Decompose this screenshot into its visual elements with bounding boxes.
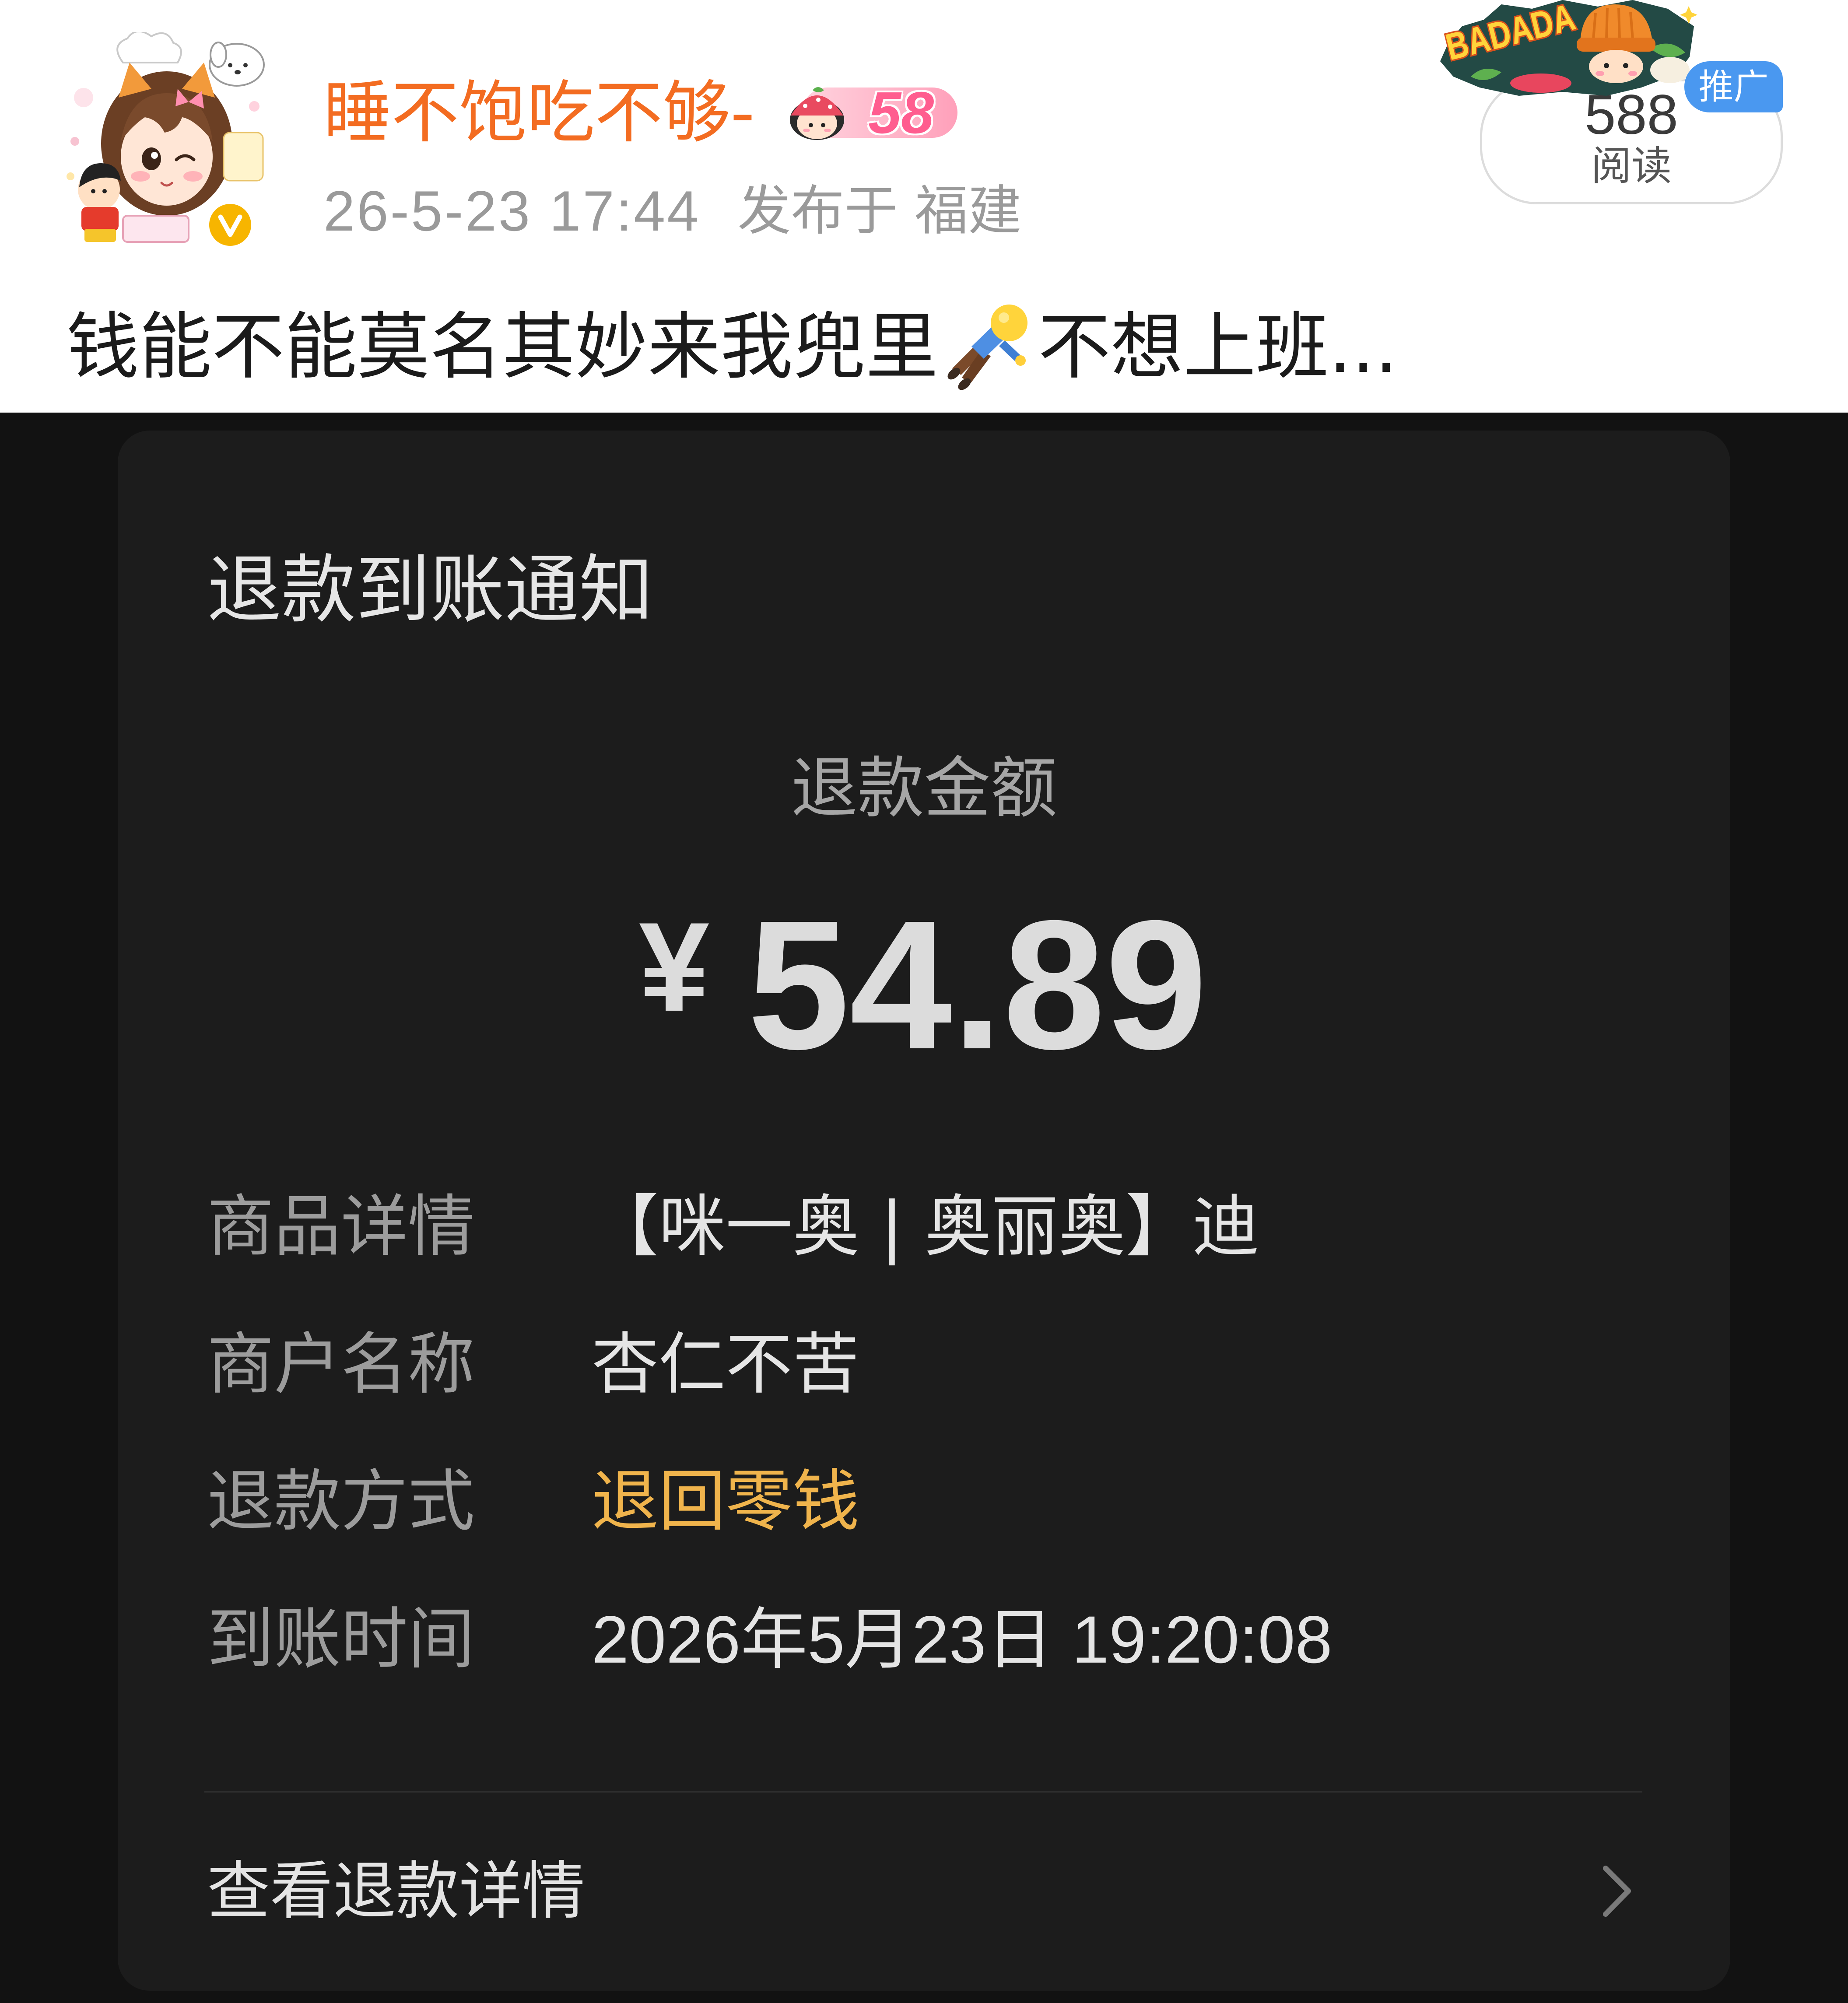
view-refund-details-row[interactable]: 查看退款详情 [118,1831,1730,1951]
author-name[interactable]: 睡不饱吃不够- [323,79,755,147]
row-label-arrival-time: 到账时间 [207,1600,475,1678]
badada-sticker: BADADA [1440,0,1697,96]
post-content: 钱能不能莫名其妙来我兜里 不想上班... [67,305,1398,390]
person-falling-emoji [947,305,1027,390]
author-row: 睡不饱吃不够- 58 [323,79,957,147]
refund-amount-label: 退款金额 [791,749,1057,827]
level-number: 58 [868,80,934,146]
verified-badge-icon [205,200,256,250]
post-text-before: 钱能不能莫名其妙来我兜里 [67,305,938,389]
chevron-right-icon[interactable] [1600,1863,1634,1919]
row-value-refund-method: 退回零钱 [592,1463,860,1541]
row-value-merchant: 杏仁不苦 [592,1326,860,1404]
currency-symbol: ¥ [639,896,710,1038]
row-label-product: 商品详情 [207,1188,475,1266]
refund-amount: 54.89 [747,882,1208,1088]
post-time: 26-5-23 17:44 [323,179,701,243]
level-badge: 58 [781,80,957,146]
view-refund-details-link[interactable]: 查看退款详情 [207,1859,585,1922]
promo-tag: 推广 [1684,61,1783,112]
refund-notice-card: 退款到账通知 退款金额 ¥ 54.89 商品详情 【咪一奥 | 奥丽奥】迪 商户… [118,431,1730,1991]
row-value-product: 【咪一奥 | 奥丽奥】迪 [592,1188,1259,1266]
post-text-after: 不想上班... [1038,305,1398,389]
divider [204,1791,1642,1793]
level-badge-icon [789,87,844,140]
post-location: 发布于 福建 [737,180,1022,242]
row-label-merchant: 商户名称 [207,1326,475,1404]
read-count-label: 阅读 [1591,143,1672,189]
row-value-arrival-time: 2026年5月23日 19:20:08 [592,1602,1333,1677]
notice-title: 退款到账通知 [207,547,654,634]
post-header: 睡不饱吃不够- 58 26-5-23 17:44 发布于 福建 588 阅读 B… [0,0,1848,413]
post-meta: 26-5-23 17:44 发布于 福建 [323,182,1021,239]
row-label-refund-method: 退款方式 [207,1463,475,1541]
